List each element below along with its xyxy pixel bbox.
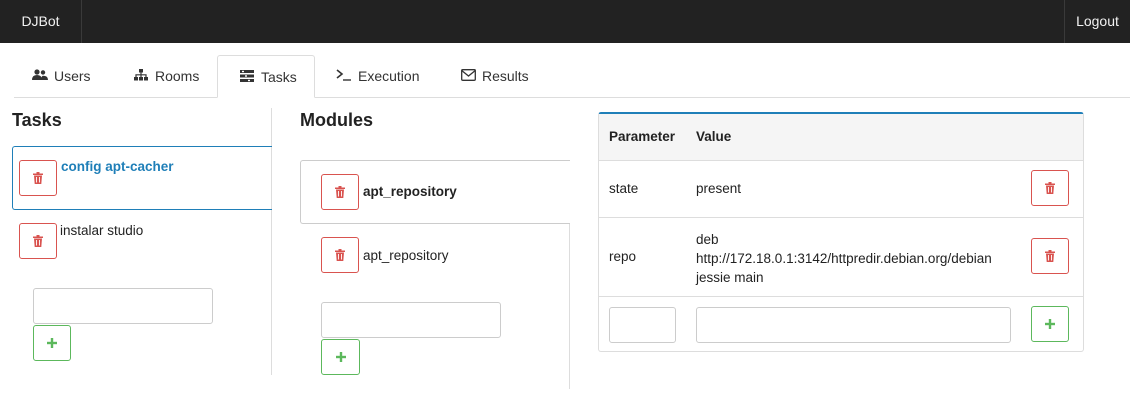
logout-link[interactable]: Logout — [1064, 0, 1130, 43]
brand-link[interactable]: DJBot — [0, 0, 82, 43]
delete-task-button[interactable] — [19, 160, 57, 196]
trash-icon — [33, 172, 43, 184]
tab-label: Users — [54, 68, 91, 84]
delete-module-button[interactable] — [321, 174, 359, 210]
delete-module-button[interactable] — [321, 237, 359, 273]
tab-results[interactable]: Results — [449, 55, 549, 98]
value-line: deb — [696, 232, 719, 247]
tasks-icon — [239, 56, 255, 99]
table-row: repo deb http://172.18.0.1:3142/httpredi… — [599, 217, 1083, 296]
new-parameter-value-input[interactable] — [696, 307, 1011, 343]
sitemap-icon — [133, 55, 149, 98]
plus-icon — [1045, 319, 1055, 329]
delete-parameter-button[interactable] — [1031, 170, 1069, 206]
task-item[interactable]: config apt-cacher — [12, 146, 272, 210]
tab-users[interactable]: Users — [22, 55, 106, 98]
plus-icon — [47, 338, 57, 348]
top-navbar: DJBot Logout — [0, 0, 1130, 43]
new-module-input[interactable] — [321, 302, 501, 338]
tab-label: Results — [482, 68, 529, 84]
value-line: http://172.18.0.1:3142/httpredir.debian.… — [696, 251, 992, 266]
trash-icon — [335, 249, 345, 261]
table-row: state present — [599, 160, 1083, 217]
module-item[interactable]: apt_repository — [300, 224, 570, 288]
trash-icon — [33, 235, 43, 247]
parameters-table: Parameter Value state present repo deb h… — [598, 112, 1084, 352]
module-item[interactable]: apt_repository — [300, 160, 570, 224]
tasks-heading: Tasks — [12, 110, 62, 130]
task-item-label: config apt-cacher — [61, 159, 174, 174]
parameter-name: state — [609, 181, 639, 196]
tab-label: Execution — [358, 68, 420, 84]
tab-execution[interactable]: Execution — [326, 55, 436, 98]
parameter-name: repo — [609, 249, 637, 264]
column-header-parameter: Parameter — [609, 129, 676, 144]
table-header: Parameter Value — [599, 114, 1083, 160]
main-tabs: Users Rooms Tasks Execution Results — [0, 55, 1130, 98]
modules-heading: Modules — [300, 110, 374, 130]
add-module-button[interactable] — [321, 339, 360, 375]
column-header-value: Value — [696, 129, 732, 144]
new-task-input[interactable] — [33, 288, 213, 324]
new-parameter-name-input[interactable] — [609, 307, 676, 343]
trash-icon — [1045, 182, 1055, 194]
parameter-value: present — [696, 181, 742, 196]
terminal-icon — [336, 56, 352, 99]
parameter-value: deb http://172.18.0.1:3142/httpredir.deb… — [696, 230, 992, 287]
value-line: jessie main — [696, 270, 764, 285]
plus-icon — [335, 352, 346, 362]
tab-rooms[interactable]: Rooms — [122, 55, 214, 98]
task-item[interactable]: instalar studio — [12, 210, 272, 274]
tab-label: Tasks — [261, 69, 297, 85]
tab-label: Rooms — [155, 68, 200, 84]
tab-tasks[interactable]: Tasks — [217, 55, 315, 98]
add-parameter-button[interactable] — [1031, 306, 1069, 342]
users-icon — [32, 55, 48, 98]
trash-icon — [335, 186, 345, 198]
trash-icon — [1045, 250, 1055, 262]
add-task-button[interactable] — [33, 325, 71, 361]
delete-parameter-button[interactable] — [1031, 238, 1069, 274]
new-parameter-row — [599, 296, 1083, 352]
delete-task-button[interactable] — [19, 223, 57, 259]
envelope-icon — [460, 55, 476, 98]
module-item-label: apt_repository — [363, 248, 449, 263]
module-item-label: apt_repository — [363, 184, 457, 199]
task-item-label: instalar studio — [60, 223, 144, 238]
